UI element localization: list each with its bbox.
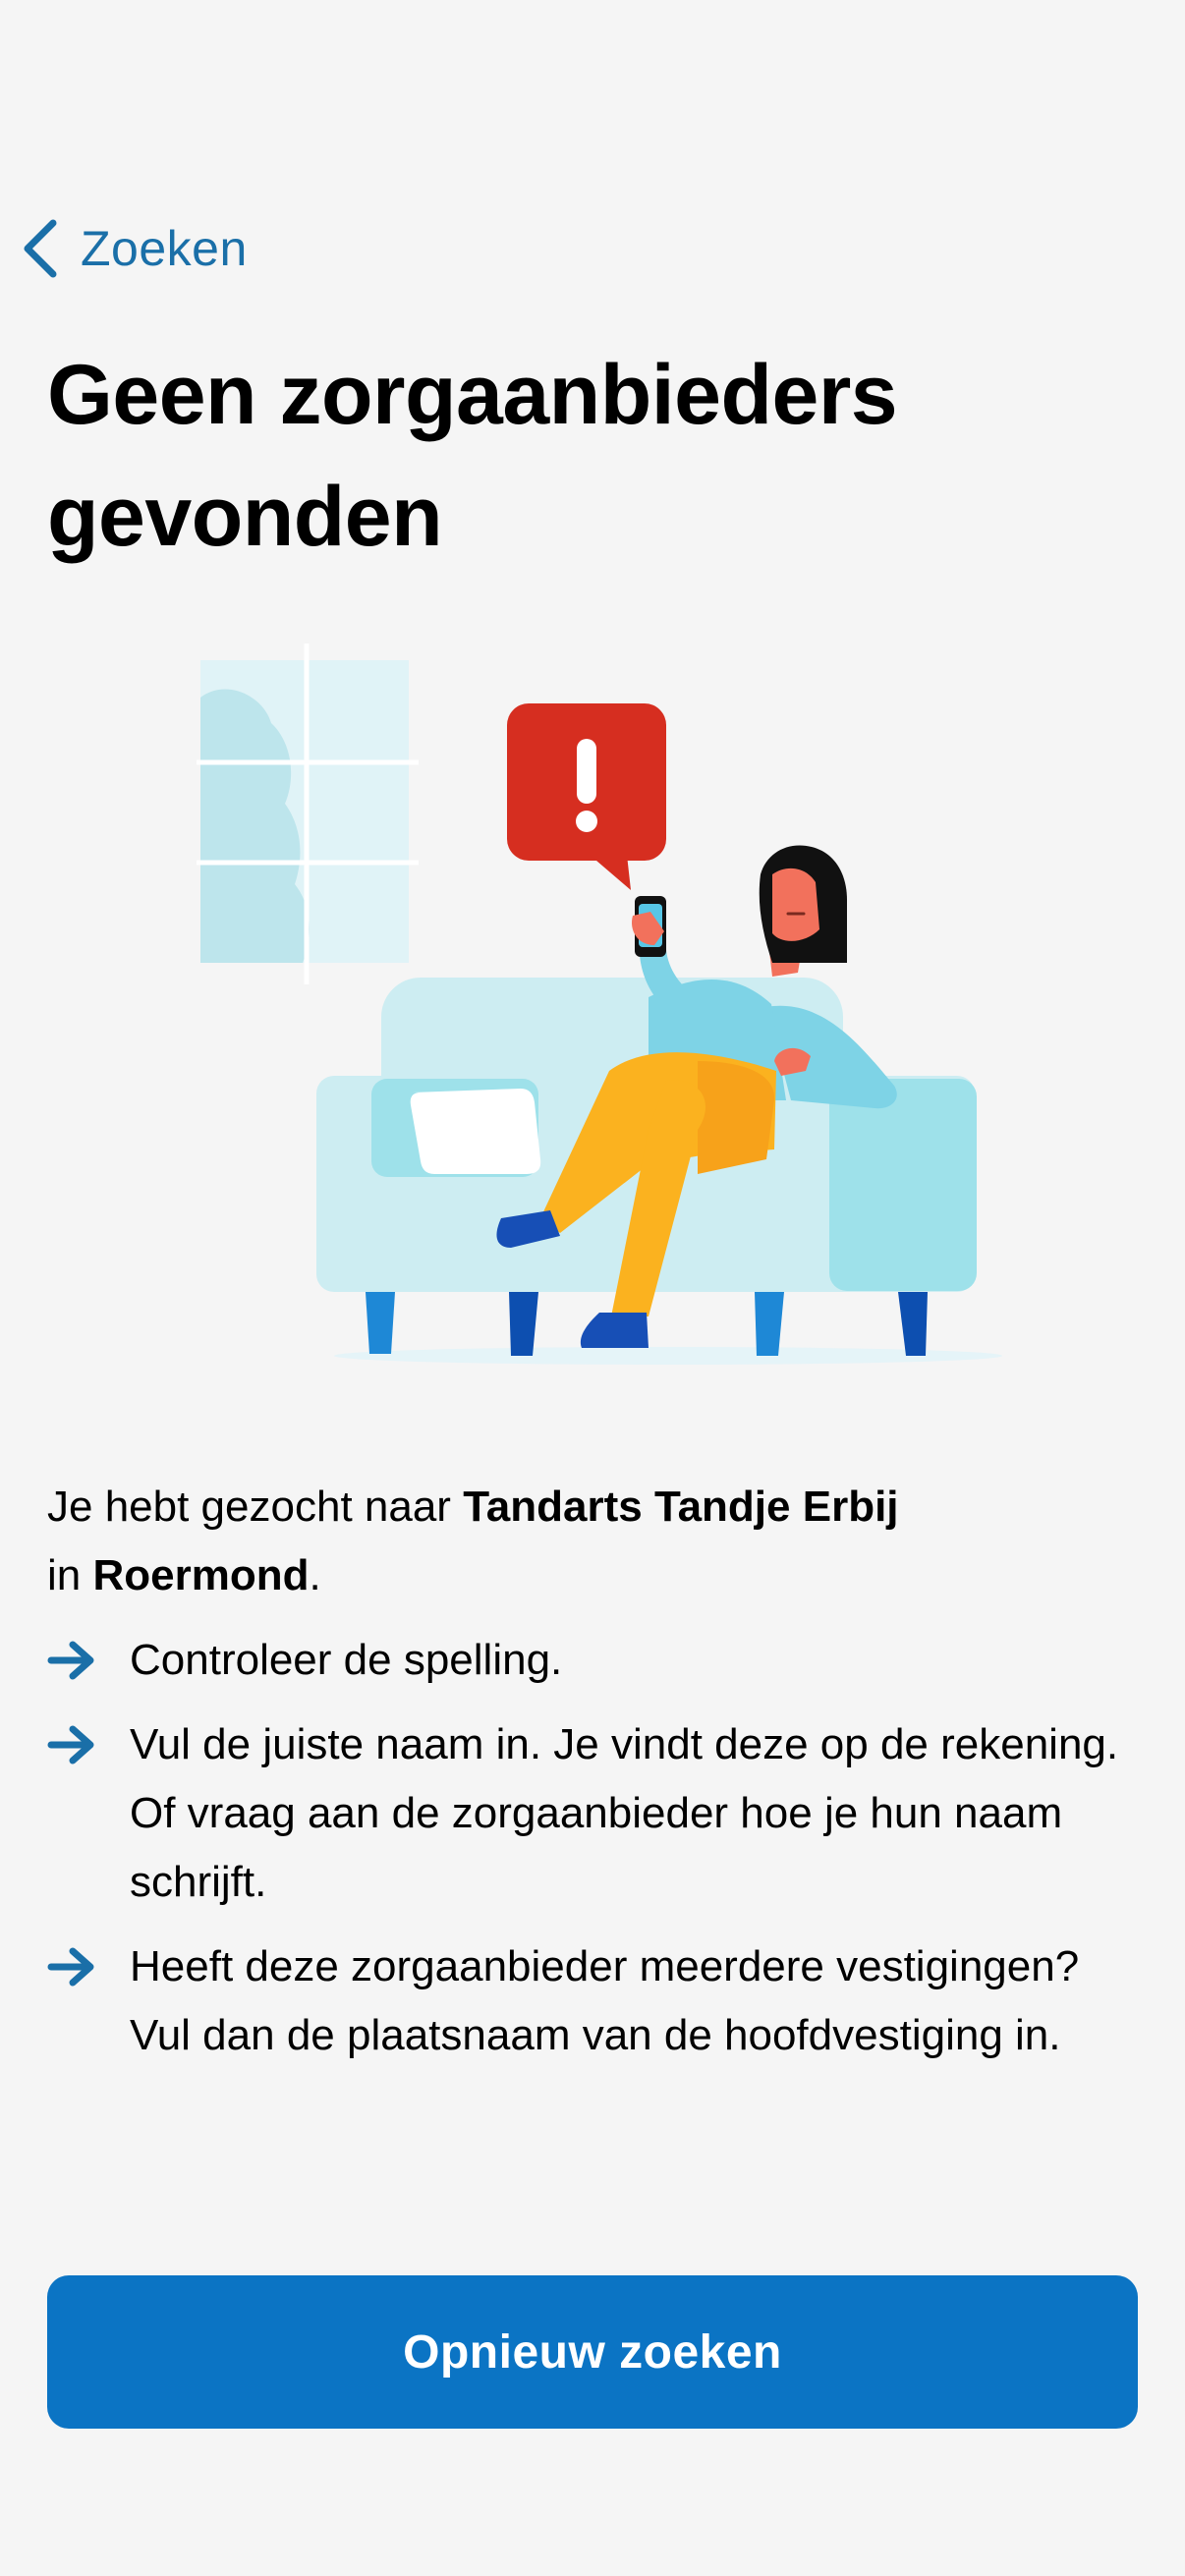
list-item: Controleer de spelling.: [47, 1626, 1148, 1695]
summary-prefix: Je hebt gezocht naar: [47, 1483, 464, 1531]
chevron-left-icon: [18, 217, 61, 280]
tips-list: Controleer de spelling. Vul de juiste na…: [47, 1626, 1148, 2086]
no-results-illustration: [187, 639, 1002, 1366]
page-title: Geen zorgaanbieders gevonden: [47, 348, 898, 564]
list-item: Heeft deze zorgaanbieder meerdere vestig…: [47, 1932, 1148, 2070]
list-item: Vul de juiste naam in. Je vindt deze op …: [47, 1710, 1148, 1917]
arrow-right-icon: [47, 1710, 130, 1779]
back-label: Zoeken: [81, 221, 248, 276]
search-again-button[interactable]: Opnieuw zoeken: [47, 2275, 1138, 2429]
arrow-right-icon: [47, 1932, 130, 2001]
summary-place: Roermond: [92, 1551, 310, 1599]
tip-text: Controleer de spelling.: [130, 1636, 563, 1684]
back-button[interactable]: Zoeken: [18, 211, 248, 286]
alert-bubble-illustration: [507, 703, 666, 890]
window-illustration: [197, 644, 419, 984]
arrow-right-icon: [47, 1626, 130, 1695]
search-summary: Je hebt gezocht naar Tandarts Tandje Erb…: [47, 1473, 1128, 1610]
summary-middle: in: [47, 1551, 93, 1599]
tip-text: Vul de juiste naam in. Je vindt deze op …: [130, 1720, 1119, 1906]
summary-provider: Tandarts Tandje Erbij: [463, 1483, 899, 1531]
summary-suffix: .: [309, 1551, 321, 1599]
tip-text: Heeft deze zorgaanbieder meerdere vestig…: [130, 1942, 1080, 2059]
